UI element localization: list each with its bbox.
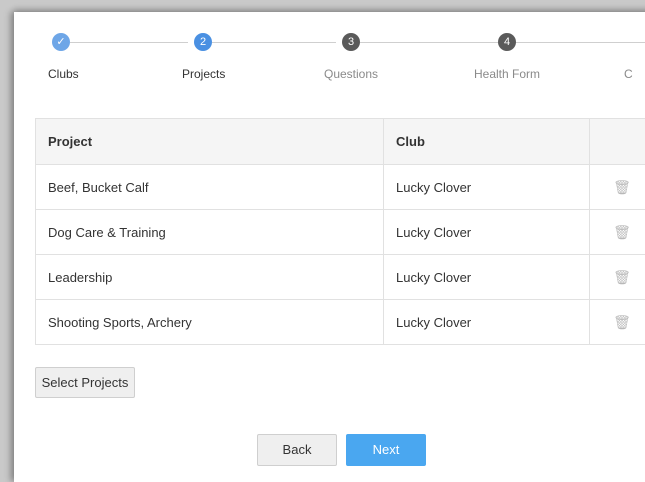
table-row: Shooting Sports, Archery Lucky Clover 🗑 xyxy=(36,300,645,345)
progress-stepper: ✓ 2 3 4 Clubs Projects Questions Health … xyxy=(14,12,645,92)
table-row: Leadership Lucky Clover 🗑 xyxy=(36,255,645,300)
column-header-actions xyxy=(590,119,645,165)
delete-cell: 🗑 xyxy=(590,210,645,255)
step-4-indicator: 4 xyxy=(498,33,516,51)
delete-cell: 🗑 xyxy=(590,300,645,345)
enrollment-panel: ✓ 2 3 4 Clubs Projects Questions Health … xyxy=(14,12,645,482)
back-button[interactable]: Back xyxy=(257,434,337,466)
column-header-project: Project xyxy=(36,119,384,165)
project-cell: Shooting Sports, Archery xyxy=(36,300,384,345)
step-label-projects[interactable]: Projects xyxy=(182,67,225,81)
step-label-truncated: C xyxy=(624,67,633,81)
project-cell: Leadership xyxy=(36,255,384,300)
trash-icon[interactable]: 🗑 xyxy=(613,269,631,285)
select-projects-button[interactable]: Select Projects xyxy=(35,367,135,398)
step-connector xyxy=(360,42,498,43)
step-label-questions: Questions xyxy=(324,67,378,81)
step-label-health-form: Health Form xyxy=(474,67,540,81)
projects-table: Project Club Beef, Bucket Calf Lucky Clo… xyxy=(35,118,645,345)
step-label-clubs[interactable]: Clubs xyxy=(48,67,79,81)
next-button[interactable]: Next xyxy=(346,434,426,466)
club-cell: Lucky Clover xyxy=(384,255,590,300)
step-2-indicator[interactable]: 2 xyxy=(194,33,212,51)
trash-icon[interactable]: 🗑 xyxy=(613,314,631,330)
step-connector xyxy=(70,42,188,43)
step-1-check-icon[interactable]: ✓ xyxy=(52,33,70,51)
project-cell: Beef, Bucket Calf xyxy=(36,165,384,210)
club-cell: Lucky Clover xyxy=(384,165,590,210)
club-cell: Lucky Clover xyxy=(384,210,590,255)
delete-cell: 🗑 xyxy=(590,255,645,300)
delete-cell: 🗑 xyxy=(590,165,645,210)
table-row: Beef, Bucket Calf Lucky Clover 🗑 xyxy=(36,165,645,210)
table-header-row: Project Club xyxy=(36,119,645,165)
column-header-club: Club xyxy=(384,119,590,165)
trash-icon[interactable]: 🗑 xyxy=(613,224,631,240)
step-connector xyxy=(514,42,645,43)
step-connector xyxy=(212,42,336,43)
project-cell: Dog Care & Training xyxy=(36,210,384,255)
club-cell: Lucky Clover xyxy=(384,300,590,345)
step-3-indicator: 3 xyxy=(342,33,360,51)
trash-icon[interactable]: 🗑 xyxy=(613,179,631,195)
table-row: Dog Care & Training Lucky Clover 🗑 xyxy=(36,210,645,255)
